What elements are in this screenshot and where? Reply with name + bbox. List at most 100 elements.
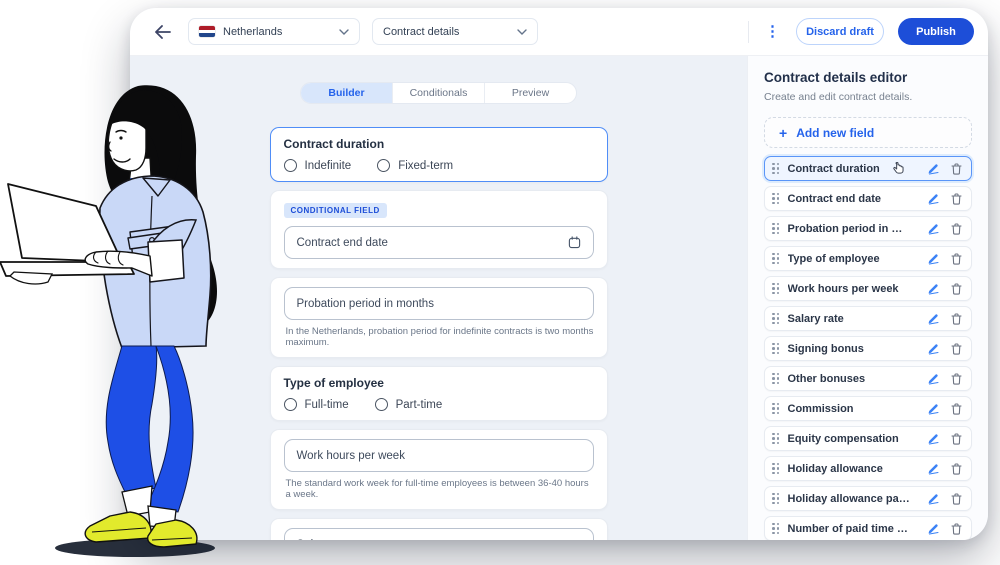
row-icons	[927, 253, 962, 265]
edit-field-button[interactable]	[927, 223, 939, 235]
salary-rate-card[interactable]: Salary rate	[270, 518, 608, 540]
trash-icon	[951, 403, 962, 415]
radio-part-time[interactable]: Part-time	[375, 398, 443, 411]
pencil-icon	[927, 313, 939, 325]
template-select[interactable]: Contract details	[372, 18, 538, 45]
probation-card[interactable]: Probation period in months In the Nether…	[270, 277, 608, 358]
drag-handle-icon[interactable]	[772, 163, 780, 175]
radio-indefinite[interactable]: Indefinite	[284, 159, 352, 172]
field-row[interactable]: Contract end date	[764, 186, 972, 211]
radio-full-time[interactable]: Full-time	[284, 398, 349, 411]
pencil-icon	[927, 253, 939, 265]
pencil-icon	[927, 223, 939, 235]
delete-field-button[interactable]	[950, 403, 962, 415]
delete-field-button[interactable]	[950, 253, 962, 265]
work-hours-card[interactable]: Work hours per week The standard work we…	[270, 429, 608, 510]
delete-field-button[interactable]	[950, 223, 962, 235]
field-row[interactable]: Signing bonus	[764, 336, 972, 361]
drag-handle-icon[interactable]	[772, 463, 780, 475]
field-row[interactable]: Number of paid time off days	[764, 516, 972, 540]
field-row[interactable]: Probation period in months	[764, 216, 972, 241]
trash-icon	[951, 343, 962, 355]
edit-field-button[interactable]	[927, 373, 939, 385]
edit-field-button[interactable]	[927, 253, 939, 265]
delete-field-button[interactable]	[950, 433, 962, 445]
row-icons	[927, 403, 962, 415]
trash-icon	[951, 193, 962, 205]
drag-handle-icon[interactable]	[772, 193, 780, 205]
field-row-label: Type of employee	[788, 253, 880, 265]
country-select[interactable]: Netherlands	[188, 18, 360, 45]
drag-handle-icon[interactable]	[772, 493, 780, 505]
drag-handle-icon[interactable]	[772, 313, 780, 325]
tab-conditionals[interactable]: Conditionals	[393, 83, 485, 103]
edit-field-button[interactable]	[927, 313, 939, 325]
edit-field-button[interactable]	[927, 433, 939, 445]
delete-field-button[interactable]	[950, 313, 962, 325]
edit-field-button[interactable]	[927, 343, 939, 355]
drag-handle-icon[interactable]	[772, 343, 780, 355]
salary-rate-value: Salary rate	[297, 539, 570, 541]
back-button[interactable]	[148, 18, 176, 46]
field-row[interactable]: Contract duration	[764, 156, 972, 181]
kebab-menu-icon[interactable]: ⋮	[763, 20, 782, 43]
add-new-field-button[interactable]: + Add new field	[764, 117, 972, 148]
delete-field-button[interactable]	[950, 193, 962, 205]
probation-input[interactable]: Probation period in months	[284, 287, 594, 320]
field-row[interactable]: Commission	[764, 396, 972, 421]
tab-preview[interactable]: Preview	[485, 83, 576, 103]
trash-icon	[951, 373, 962, 385]
drag-handle-icon[interactable]	[772, 433, 780, 445]
pencil-icon	[927, 493, 939, 505]
work-hours-input[interactable]: Work hours per week	[284, 439, 594, 472]
field-row[interactable]: Holiday allowance	[764, 456, 972, 481]
field-row-label: Signing bonus	[788, 343, 864, 355]
field-row-label: Other bonuses	[788, 373, 866, 385]
edit-field-button[interactable]	[927, 193, 939, 205]
field-row[interactable]: Salary rate	[764, 306, 972, 331]
delete-field-button[interactable]	[950, 493, 962, 505]
discard-draft-button[interactable]: Discard draft	[796, 18, 884, 45]
delete-field-button[interactable]	[950, 463, 962, 475]
radio-part-time-label: Part-time	[396, 399, 443, 411]
edit-field-button[interactable]	[927, 493, 939, 505]
edit-field-button[interactable]	[927, 283, 939, 295]
tab-builder[interactable]: Builder	[301, 83, 393, 103]
drag-handle-icon[interactable]	[772, 223, 780, 235]
contract-end-date-input[interactable]: Contract end date	[284, 226, 594, 259]
salary-rate-select[interactable]: Salary rate	[284, 528, 594, 540]
drag-handle-icon[interactable]	[772, 403, 780, 415]
chevron-down-icon	[339, 29, 349, 35]
edit-field-button[interactable]	[927, 463, 939, 475]
field-row[interactable]: Work hours per week	[764, 276, 972, 301]
cursor-hand-icon	[892, 162, 905, 175]
contract-duration-card[interactable]: Contract duration Indefinite Fixed-term	[270, 127, 608, 182]
field-row[interactable]: Type of employee	[764, 246, 972, 271]
drag-handle-icon[interactable]	[772, 523, 780, 535]
pencil-icon	[927, 403, 939, 415]
field-row[interactable]: Equity compensation	[764, 426, 972, 451]
edit-field-button[interactable]	[927, 403, 939, 415]
radio-fixed-term[interactable]: Fixed-term	[377, 159, 453, 172]
field-row[interactable]: Holiday allowance payment fre...	[764, 486, 972, 511]
employee-type-card[interactable]: Type of employee Full-time Part-time	[270, 366, 608, 421]
drag-handle-icon[interactable]	[772, 283, 780, 295]
delete-field-button[interactable]	[950, 343, 962, 355]
drag-handle-icon[interactable]	[772, 373, 780, 385]
field-row[interactable]: Other bonuses	[764, 366, 972, 391]
pencil-icon	[927, 463, 939, 475]
edit-field-button[interactable]	[927, 523, 939, 535]
panel-subtitle: Create and edit contract details.	[764, 91, 972, 103]
publish-button[interactable]: Publish	[898, 18, 974, 45]
drag-handle-icon[interactable]	[772, 253, 780, 265]
work-hours-helper: The standard work week for full-time emp…	[284, 478, 594, 500]
delete-field-button[interactable]	[950, 163, 962, 175]
delete-field-button[interactable]	[950, 283, 962, 295]
country-select-value: Netherlands	[223, 26, 331, 38]
pencil-icon	[927, 283, 939, 295]
delete-field-button[interactable]	[950, 373, 962, 385]
contract-end-date-card[interactable]: CONDITIONAL FIELD Contract end date	[270, 190, 608, 269]
delete-field-button[interactable]	[950, 523, 962, 535]
plus-icon: +	[779, 126, 787, 140]
edit-field-button[interactable]	[927, 163, 939, 175]
